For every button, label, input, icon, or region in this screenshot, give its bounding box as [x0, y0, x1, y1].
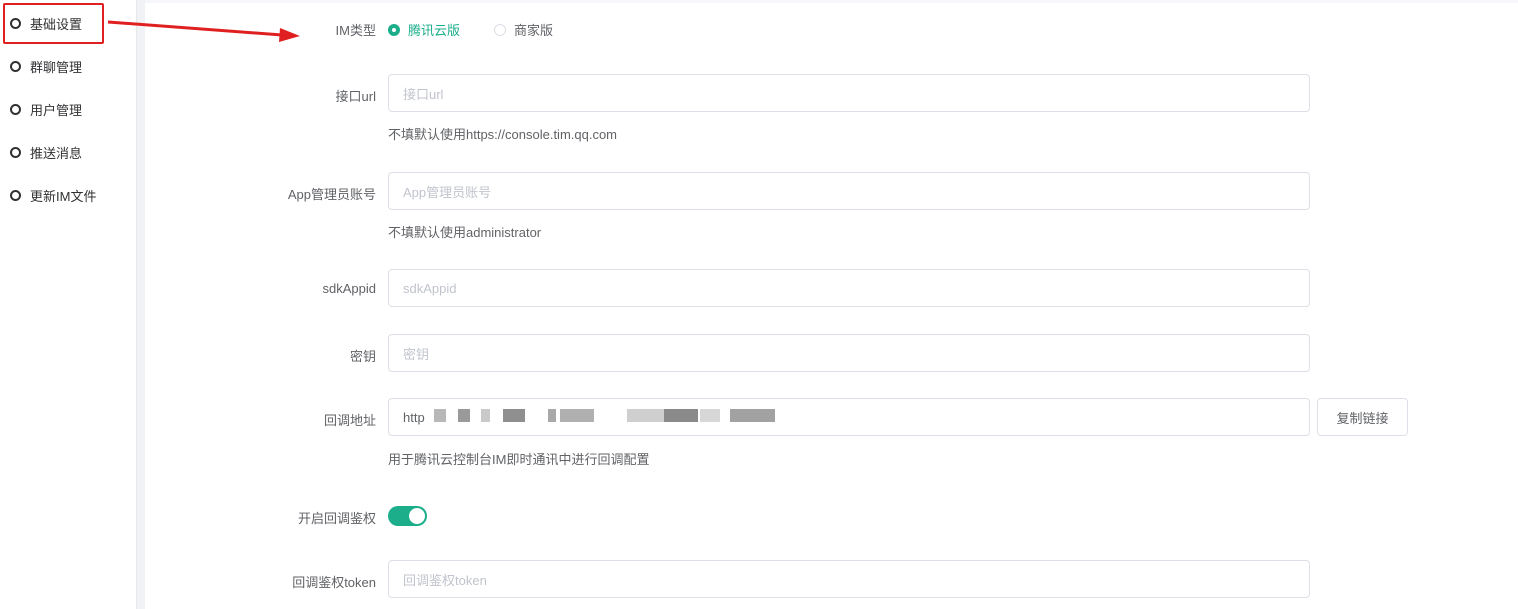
redaction-block — [627, 409, 664, 422]
callback-url-hint: 用于腾讯云控制台IM即时通讯中进行回调配置 — [388, 452, 650, 467]
callback-token-placeholder: 回调鉴权token — [403, 572, 487, 588]
top-strip — [145, 0, 1518, 3]
sdk-appid-placeholder: sdkAppid — [403, 280, 457, 296]
redaction-block — [560, 409, 594, 422]
redaction-block — [458, 409, 470, 422]
sidebar: 基础设置 群聊管理 用户管理 推送消息 更新IM文件 — [0, 0, 137, 609]
sdk-appid-input[interactable]: sdkAppid — [388, 269, 1310, 307]
radio-checked-icon — [388, 23, 400, 36]
redaction-block — [481, 409, 490, 422]
sidebar-item-label: 群聊管理 — [30, 59, 83, 75]
admin-account-label: App管理员账号 — [287, 187, 376, 202]
copy-link-button[interactable]: 复制链接 — [1317, 398, 1408, 436]
callback-auth-label: 开启回调鉴权 — [297, 511, 376, 526]
radio-label: 商家版 — [514, 23, 554, 38]
admin-account-placeholder: App管理员账号 — [403, 184, 492, 200]
admin-account-hint: 不填默认使用administrator — [388, 225, 542, 240]
sidebar-item-label: 更新IM文件 — [30, 188, 97, 204]
secret-placeholder: 密钥 — [403, 346, 430, 362]
callback-token-input[interactable]: 回调鉴权token — [388, 560, 1310, 598]
redaction-block — [548, 409, 556, 422]
admin-account-input[interactable]: App管理员账号 — [388, 172, 1310, 210]
circle-icon — [10, 60, 21, 72]
toggle-knob — [409, 508, 425, 524]
api-url-label: 接口url — [335, 89, 376, 104]
callback-url-input[interactable]: http — [388, 398, 1310, 436]
secret-label: 密钥 — [349, 349, 376, 364]
sidebar-item-update-im-files[interactable]: 更新IM文件 — [10, 185, 96, 205]
secret-input[interactable]: 密钥 — [388, 334, 1310, 372]
redaction-block — [503, 409, 525, 422]
sidebar-item-users[interactable]: 用户管理 — [10, 99, 82, 119]
radio-label: 腾讯云版 — [408, 23, 461, 38]
circle-icon — [10, 103, 21, 115]
radio-tencent-cloud[interactable]: 腾讯云版 — [388, 20, 460, 39]
radio-unchecked-icon — [494, 23, 506, 36]
circle-icon — [10, 189, 21, 201]
api-url-hint: 不填默认使用https://console.tim.qq.com — [388, 127, 618, 142]
api-url-input[interactable]: 接口url — [388, 74, 1310, 112]
redaction-block — [730, 409, 775, 422]
sidebar-item-group-chat[interactable]: 群聊管理 — [10, 56, 82, 76]
redaction-block — [700, 409, 720, 422]
api-url-placeholder: 接口url — [403, 86, 444, 102]
radio-merchant[interactable]: 商家版 — [494, 20, 553, 39]
callback-auth-toggle[interactable] — [388, 506, 427, 526]
annotation-arrow-icon — [107, 20, 300, 42]
redaction-block — [434, 409, 446, 422]
redaction-block — [664, 409, 698, 422]
circle-icon — [10, 146, 21, 158]
sidebar-item-label: 推送消息 — [30, 145, 83, 161]
callback-token-label: 回调鉴权token — [292, 575, 376, 590]
sdk-appid-label: sdkAppid — [322, 281, 376, 296]
callback-url-label: 回调地址 — [323, 413, 376, 428]
sidebar-item-push-messages[interactable]: 推送消息 — [10, 142, 82, 162]
sidebar-item-label: 用户管理 — [30, 102, 83, 118]
callback-url-value: http — [403, 409, 425, 425]
